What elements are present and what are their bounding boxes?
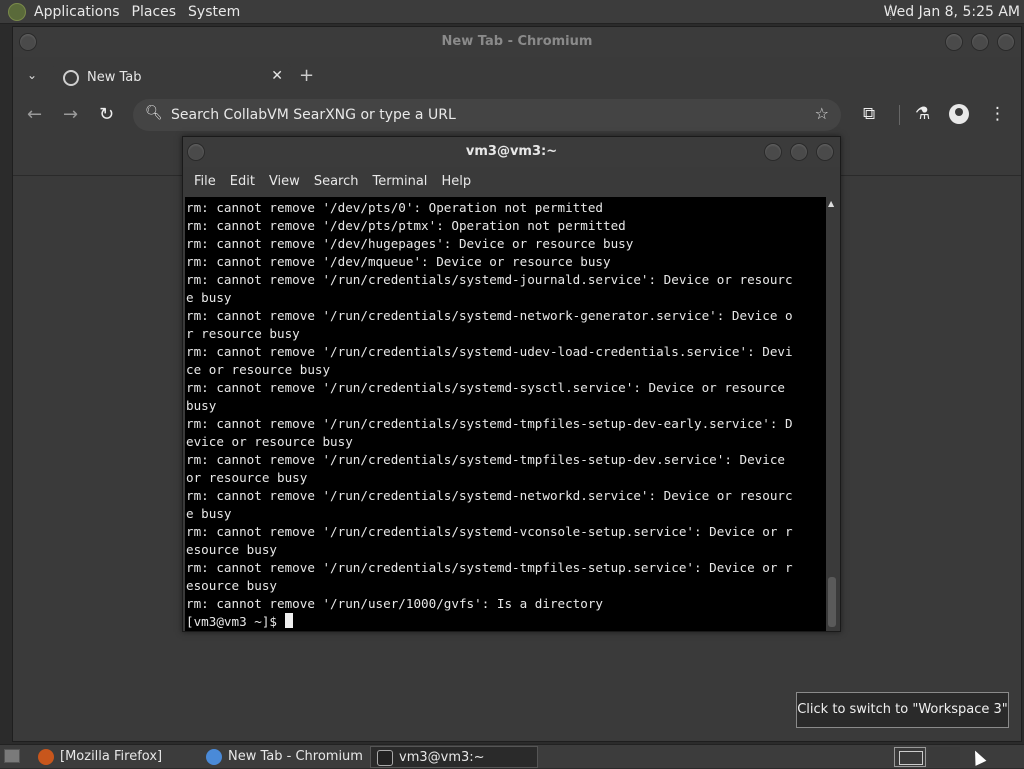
show-desktop-icon[interactable]	[4, 749, 20, 763]
omnibox-placeholder: Search CollabVM SearXNG or type a URL	[171, 107, 456, 123]
new-tab-button[interactable]: +	[299, 65, 314, 86]
terminal-scrollbar[interactable]: ▲	[826, 197, 838, 631]
terminal-line: esource busy	[186, 542, 277, 557]
terminal-line: evice or resource busy	[186, 434, 353, 449]
workspace-tooltip: Click to switch to "Workspace 3"	[796, 692, 1009, 728]
omnibox[interactable]: 🔍︎ Search CollabVM SearXNG or type a URL…	[133, 99, 841, 131]
terminal-line: rm: cannot remove '/run/credentials/syst…	[186, 524, 793, 539]
forward-icon[interactable]: →	[63, 104, 78, 125]
terminal-line: ce or resource busy	[186, 362, 331, 377]
chromium-titlebar[interactable]: New Tab - Chromium	[13, 27, 1021, 57]
workspace-switcher-other[interactable]	[928, 747, 960, 767]
taskbar-item-firefox[interactable]: [Mozilla Firefox]	[32, 746, 196, 768]
taskbar-item-chromium[interactable]: New Tab - Chromium	[200, 746, 368, 768]
terminal-close-button[interactable]	[816, 143, 834, 161]
prompt-text: [vm3@vm3 ~]$	[186, 614, 285, 629]
terminal-menu-terminal[interactable]: Terminal	[365, 174, 434, 189]
terminal-window: vm3@vm3:~ File Edit View Search Terminal…	[182, 136, 841, 632]
terminal-line: r resource busy	[186, 326, 300, 341]
minimize-button[interactable]	[945, 33, 963, 51]
terminal-minimize-button[interactable]	[764, 143, 782, 161]
terminal-line: rm: cannot remove '/run/credentials/syst…	[186, 416, 793, 431]
taskbar-item-label: vm3@vm3:~	[399, 750, 485, 765]
terminal-titlebar[interactable]: vm3@vm3:~	[183, 137, 840, 167]
clock[interactable]: Wed Jan 8, 5:25 AM	[884, 3, 1020, 21]
terminal-menu-help[interactable]: Help	[434, 174, 478, 189]
terminal-line: or resource busy	[186, 470, 308, 485]
taskbar-item-label: New Tab - Chromium	[228, 749, 363, 764]
bookmark-star-icon[interactable]: ☆	[815, 104, 829, 123]
chromium-icon	[206, 749, 222, 765]
tab-search-dropdown-icon[interactable]: ⌄	[27, 68, 37, 82]
top-panel: Applications Places System Wed Jan 8, 5:…	[0, 0, 1024, 24]
terminal-icon	[377, 750, 393, 766]
chromium-window-title: New Tab - Chromium	[441, 34, 593, 49]
terminal-line: rm: cannot remove '/dev/pts/ptmx': Opera…	[186, 218, 626, 233]
workspace-switcher-current[interactable]	[894, 747, 926, 767]
terminal-line: rm: cannot remove '/run/credentials/syst…	[186, 560, 793, 575]
tab-label: New Tab	[87, 70, 142, 85]
terminal-maximize-button[interactable]	[790, 143, 808, 161]
terminal-menu-edit[interactable]: Edit	[223, 174, 262, 189]
kebab-menu-icon[interactable]: ⋮	[989, 104, 1006, 124]
tab-new-tab[interactable]: New Tab ✕	[53, 61, 291, 95]
terminal-line: rm: cannot remove '/run/user/1000/gvfs':…	[186, 596, 604, 611]
terminal-menu-view[interactable]: View	[262, 174, 307, 189]
terminal-screen[interactable]: rm: cannot remove '/dev/pts/0': Operatio…	[185, 197, 828, 631]
terminal-menu-file[interactable]: File	[187, 174, 223, 189]
taskbar-item-label: [Mozilla Firefox]	[60, 749, 163, 764]
terminal-line: rm: cannot remove '/run/credentials/syst…	[186, 380, 785, 395]
menu-applications[interactable]: Applications	[28, 3, 126, 21]
globe-icon	[63, 70, 79, 86]
terminal-line: esource busy	[186, 578, 277, 593]
menu-places[interactable]: Places	[126, 3, 183, 21]
applications-logo-icon[interactable]	[8, 3, 26, 21]
toolbar-separator	[899, 105, 900, 125]
terminal-prompt: [vm3@vm3 ~]$	[186, 613, 827, 631]
tab-close-icon[interactable]: ✕	[271, 68, 283, 84]
close-button[interactable]	[997, 33, 1015, 51]
chromium-toolbar: ← → ↻ 🔍︎ Search CollabVM SearXNG or type…	[13, 95, 1021, 135]
bottom-panel: [Mozilla Firefox] New Tab - Chromium vm3…	[0, 744, 1024, 768]
terminal-line: rm: cannot remove '/run/credentials/syst…	[186, 272, 793, 287]
top-menu: Applications Places System	[28, 3, 246, 21]
terminal-cursor	[284, 613, 293, 628]
profile-avatar-icon[interactable]	[949, 104, 969, 124]
extensions-icon[interactable]: ⧉	[863, 104, 875, 124]
terminal-line: rm: cannot remove '/run/credentials/syst…	[186, 344, 793, 359]
terminal-line: rm: cannot remove '/dev/mqueue': Device …	[186, 254, 611, 269]
scrollbar-thumb[interactable]	[828, 577, 836, 627]
terminal-line: e busy	[186, 506, 232, 521]
reload-icon[interactable]: ↻	[99, 104, 114, 125]
search-icon: 🔍︎	[145, 105, 163, 121]
terminal-line: rm: cannot remove '/dev/pts/0': Operatio…	[186, 200, 604, 215]
terminal-line: rm: cannot remove '/run/credentials/syst…	[186, 308, 793, 323]
terminal-window-title: vm3@vm3:~	[465, 144, 558, 159]
terminal-line: rm: cannot remove '/dev/hugepages': Devi…	[186, 236, 634, 251]
terminal-line: rm: cannot remove '/run/credentials/syst…	[186, 488, 793, 503]
maximize-button[interactable]	[971, 33, 989, 51]
terminal-line: busy	[186, 398, 217, 413]
terminal-menubar: File Edit View Search Terminal Help	[183, 167, 840, 195]
back-icon[interactable]: ←	[27, 104, 42, 125]
menu-system[interactable]: System	[182, 3, 246, 21]
labs-flask-icon[interactable]: ⚗	[915, 104, 930, 124]
tab-strip: ⌄ New Tab ✕ +	[13, 57, 1021, 95]
firefox-icon	[38, 749, 54, 765]
taskbar-item-terminal[interactable]: vm3@vm3:~	[370, 746, 538, 768]
terminal-line: rm: cannot remove '/run/credentials/syst…	[186, 452, 785, 467]
terminal-output: rm: cannot remove '/dev/pts/0': Operatio…	[185, 197, 828, 631]
terminal-menu-search[interactable]: Search	[307, 174, 366, 189]
terminal-line: e busy	[186, 290, 232, 305]
scroll-up-arrow-icon[interactable]: ▲	[828, 199, 834, 208]
